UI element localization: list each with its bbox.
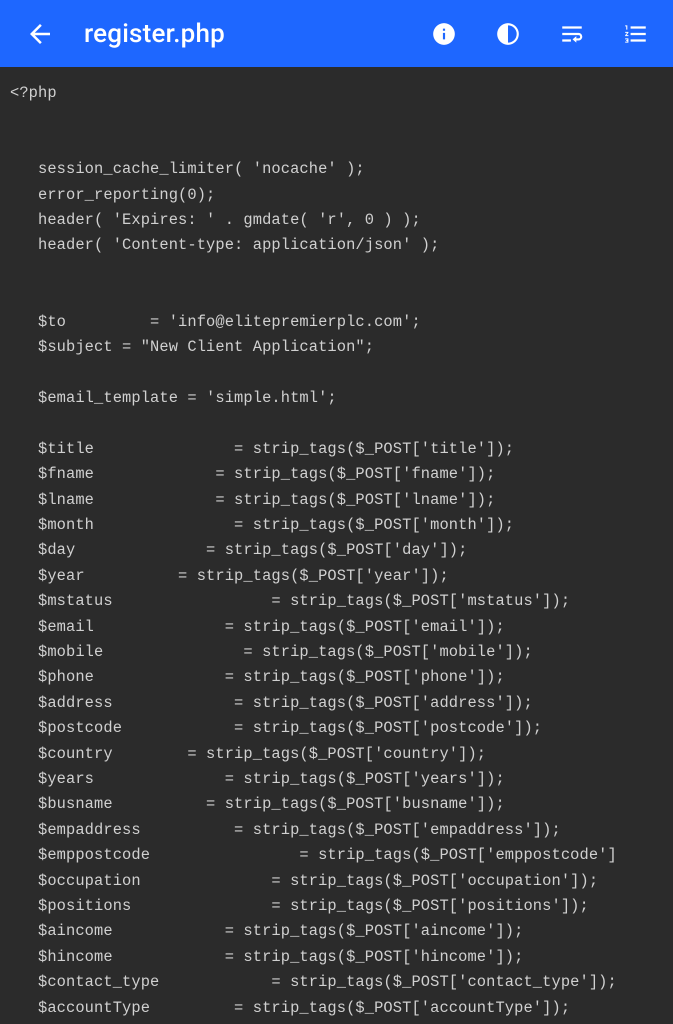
app-toolbar: register.php	[0, 0, 673, 67]
contrast-icon	[495, 21, 521, 47]
toolbar-actions	[427, 17, 661, 51]
back-button[interactable]	[20, 14, 60, 54]
info-icon	[431, 21, 457, 47]
code-viewport[interactable]: <?php session_cache_limiter( 'nocache' )…	[0, 67, 673, 1024]
info-button[interactable]	[427, 17, 461, 51]
wrap-text-icon	[559, 21, 585, 47]
format-list-numbered-icon	[623, 21, 649, 47]
theme-button[interactable]	[491, 17, 525, 51]
arrow-back-icon	[25, 19, 55, 49]
page-title: register.php	[78, 19, 409, 49]
wrap-button[interactable]	[555, 17, 589, 51]
line-numbers-button[interactable]	[619, 17, 653, 51]
